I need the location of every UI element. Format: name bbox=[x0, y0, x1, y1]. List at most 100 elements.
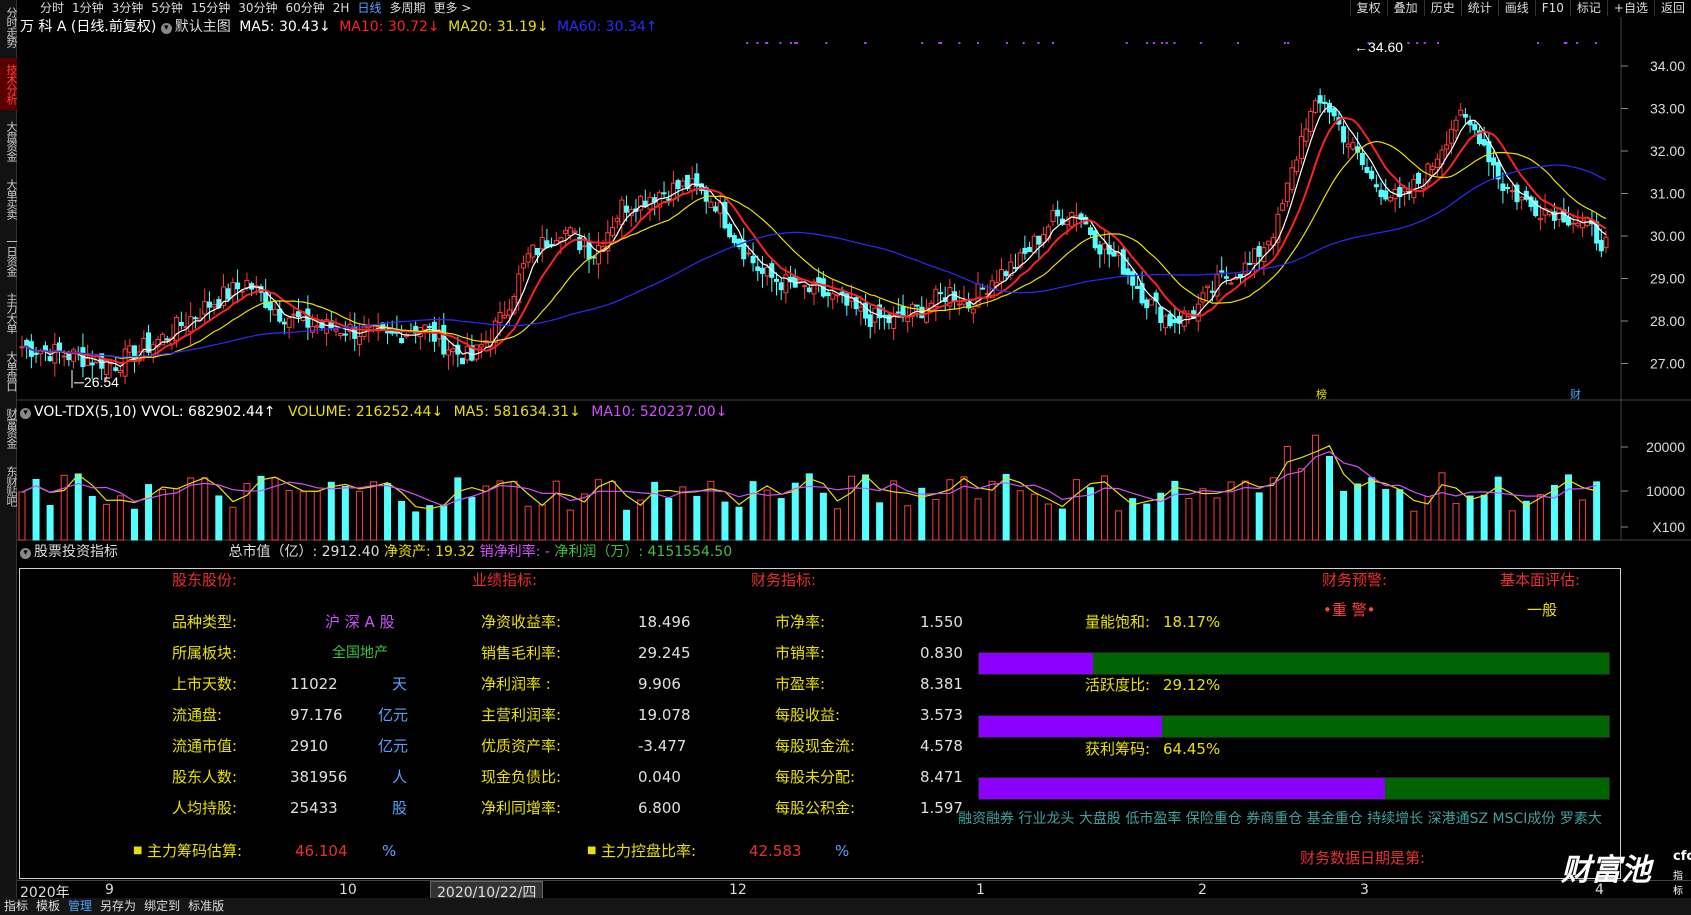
volume-legend: ▾ VOL-TDX(5,10) VVOL: 682902.44↑ VOLUME: … bbox=[20, 402, 727, 422]
candle-body bbox=[530, 244, 536, 258]
candle-body bbox=[595, 244, 601, 265]
finance-value: 8.381 bbox=[920, 675, 963, 693]
vol-indicator-name[interactable]: VOL-TDX(5,10) bbox=[34, 404, 137, 420]
ma60-line bbox=[21, 164, 1607, 358]
holders-label: 所属板块: bbox=[172, 644, 238, 662]
volume-bar bbox=[1269, 477, 1277, 541]
volume-bar bbox=[1072, 479, 1080, 541]
holders-label: 流通盘: bbox=[172, 706, 223, 724]
candle-body bbox=[441, 324, 447, 355]
candle-body bbox=[834, 294, 840, 297]
candle-body bbox=[230, 282, 236, 297]
candle-body bbox=[1345, 143, 1351, 148]
status-item-1[interactable]: 模板 bbox=[36, 899, 60, 913]
candle-body bbox=[1167, 313, 1173, 327]
volume-bar bbox=[1480, 494, 1488, 541]
volume-bar bbox=[299, 491, 307, 541]
signal-dot bbox=[1022, 42, 1025, 44]
control-ratio-label: 主力控盘比率: bbox=[601, 842, 697, 860]
status-item-4[interactable]: 绑定到 bbox=[144, 899, 180, 913]
volume-bar bbox=[145, 484, 153, 541]
candle-body bbox=[1050, 210, 1056, 223]
candle-body bbox=[427, 325, 433, 328]
candle-body bbox=[970, 308, 976, 314]
candle-body bbox=[235, 282, 241, 290]
finance-label: 每股未分配: bbox=[775, 768, 856, 786]
volume-bar bbox=[510, 481, 518, 541]
candle-body bbox=[998, 268, 1004, 282]
candle-body bbox=[1331, 108, 1337, 117]
volume-bar bbox=[608, 481, 616, 541]
candle-body bbox=[1519, 196, 1525, 201]
volume-bar bbox=[665, 497, 673, 541]
chevron-down-icon[interactable]: ▾ bbox=[20, 408, 31, 419]
signal-dot bbox=[1161, 42, 1164, 44]
candle-body bbox=[1209, 290, 1215, 293]
candle-body bbox=[1369, 170, 1375, 179]
volume-bar bbox=[1297, 468, 1305, 541]
signal-dot bbox=[1165, 42, 1168, 44]
volume-bar bbox=[890, 480, 898, 541]
holders-label: 人均持股: bbox=[172, 799, 238, 817]
bullet-icon: ■ bbox=[133, 845, 143, 856]
volume-bar bbox=[412, 511, 420, 541]
candle-body bbox=[802, 285, 808, 288]
candle-body bbox=[1458, 109, 1464, 116]
volume-bar bbox=[398, 500, 406, 541]
candle-body bbox=[1448, 128, 1454, 144]
signal-dot bbox=[1423, 42, 1426, 44]
volume-bar bbox=[285, 489, 293, 541]
volume-bar bbox=[932, 498, 940, 541]
volume-bar bbox=[1185, 497, 1193, 541]
volume-bar bbox=[1199, 488, 1207, 541]
status-bar: 指标 模板 管理 另存为 绑定到 标准版 bbox=[0, 898, 1691, 915]
volume-bar bbox=[847, 475, 855, 541]
volume-bar bbox=[819, 492, 827, 541]
bar-fill bbox=[979, 716, 1163, 737]
indicator-name[interactable]: 股票投资指标 bbox=[34, 544, 118, 560]
holders-unit: 亿元 bbox=[378, 706, 409, 724]
candle-body bbox=[1303, 128, 1309, 142]
performance-label: 现金负债比: bbox=[481, 768, 562, 786]
candle-body bbox=[1383, 190, 1389, 200]
volume-bar bbox=[749, 481, 757, 541]
volume-bar bbox=[1536, 494, 1544, 541]
month-label: 3 bbox=[1360, 882, 1369, 898]
status-item-3[interactable]: 另存为 bbox=[100, 899, 136, 913]
candle-body bbox=[797, 279, 803, 282]
signal-dot bbox=[825, 42, 828, 44]
finance-badge[interactable]: 财 bbox=[1570, 387, 1581, 401]
candle-body bbox=[713, 206, 719, 212]
volume-bar bbox=[1354, 483, 1362, 541]
candle-body bbox=[206, 301, 212, 308]
status-item-2[interactable]: 管理 bbox=[68, 899, 92, 913]
candle-body bbox=[975, 283, 981, 308]
candle-body bbox=[497, 312, 503, 324]
volume-bar bbox=[88, 495, 96, 541]
volume-bar bbox=[1396, 489, 1404, 541]
volume-bar bbox=[623, 509, 631, 541]
performance-value: 29.245 bbox=[638, 644, 691, 662]
candle-body bbox=[774, 278, 780, 282]
concept-tags[interactable]: 融资融券 行业龙头 大盘股 低市盈率 保险重仓 券商重仓 基金重仓 持续增长 深… bbox=[958, 810, 1638, 828]
signal-dot bbox=[1005, 42, 1008, 44]
volume-bar bbox=[496, 480, 504, 541]
status-item-0[interactable]: 指标 bbox=[4, 899, 28, 913]
volume-axis-label: 20000 bbox=[1646, 439, 1685, 455]
candle-body bbox=[56, 342, 62, 352]
candle-body bbox=[1036, 235, 1042, 245]
candle-body bbox=[1158, 306, 1164, 324]
volume-bar bbox=[637, 499, 645, 541]
performance-value: 19.078 bbox=[638, 706, 691, 724]
candle-body bbox=[1312, 100, 1318, 113]
report-date-label: 财务数据日期是第: bbox=[1300, 849, 1426, 867]
signal-dot bbox=[1416, 42, 1419, 44]
chevron-down-icon[interactable]: ▾ bbox=[20, 548, 31, 559]
candle-body bbox=[286, 317, 292, 328]
signal-dot bbox=[1287, 42, 1290, 44]
candle-body bbox=[1247, 262, 1253, 265]
status-item-5[interactable]: 标准版 bbox=[188, 899, 224, 913]
candle-body bbox=[47, 356, 53, 362]
volume-axis-label: X100 bbox=[1652, 519, 1685, 535]
rank-badge[interactable]: 榜 bbox=[1316, 387, 1327, 401]
